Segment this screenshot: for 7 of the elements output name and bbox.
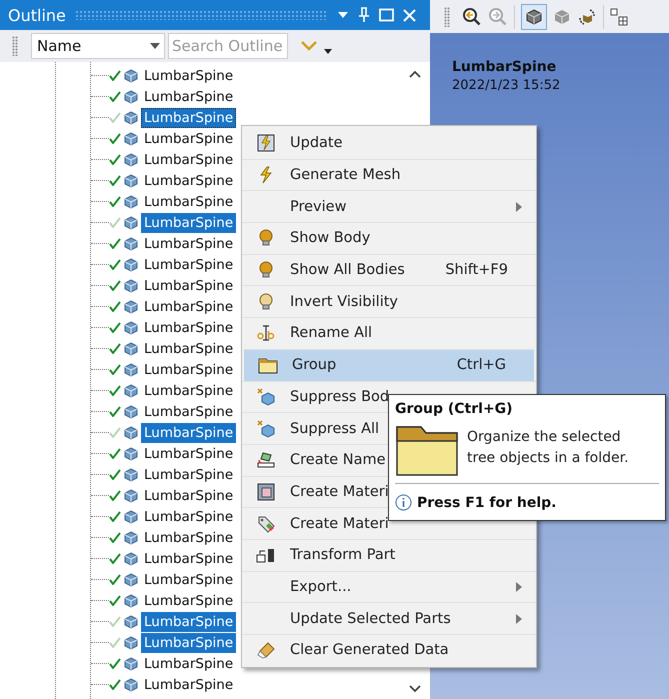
model-date: 2022/1/23 15:52 [452, 78, 562, 93]
panel-title: Outline [8, 6, 66, 24]
shortcut-label: Ctrl+G [456, 357, 506, 374]
shortcut-label: Shift+F9 [445, 262, 508, 278]
tooltip-description: Organize the selected tree objects in a folder. [467, 428, 630, 468]
tooltip-title: Group (Ctrl+G) [395, 401, 514, 417]
model-name: LumbarSpine [452, 59, 558, 75]
